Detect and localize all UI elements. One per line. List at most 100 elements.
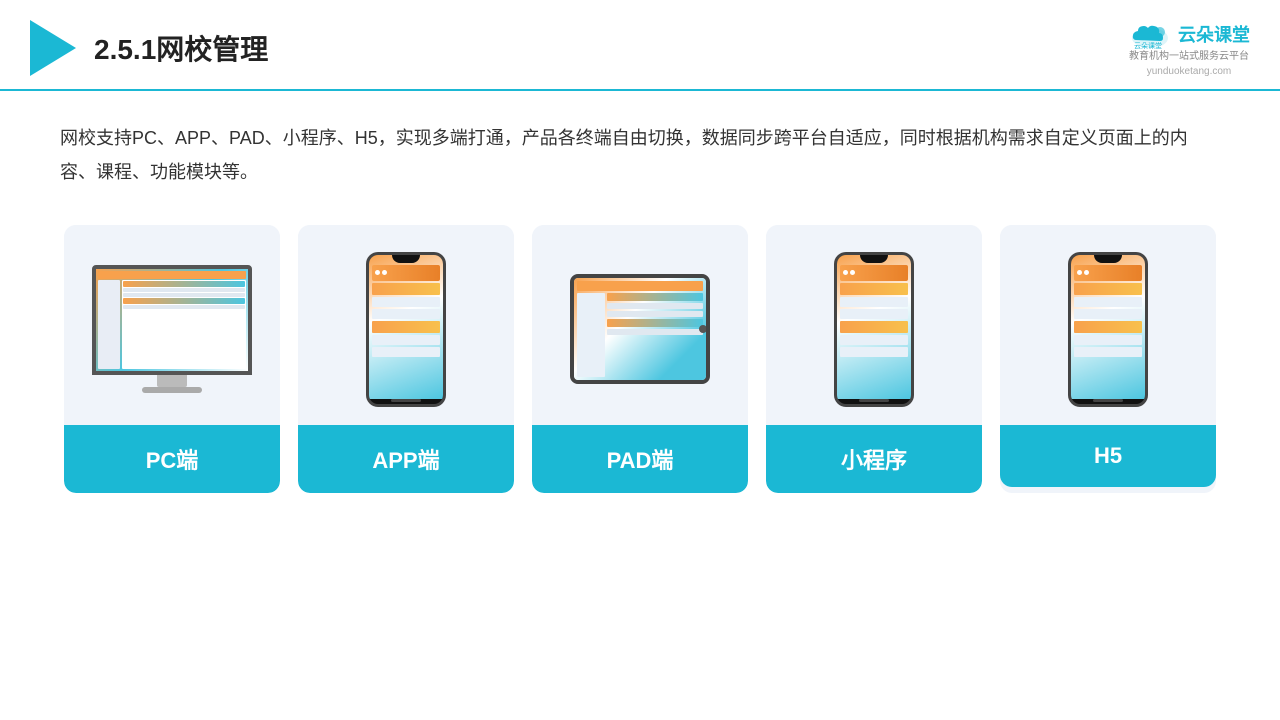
card-app: APP端 (298, 225, 514, 493)
card-miniapp-label: 小程序 (766, 425, 982, 493)
monitor-main (122, 280, 246, 369)
brand-slogan: 教育机构一站式服务云平台 (1129, 50, 1249, 64)
tablet-row-3 (607, 311, 703, 317)
monitor-sidebar (98, 280, 120, 369)
card-pad-image (532, 225, 748, 425)
miniapp-phone-header-bar (840, 265, 908, 281)
h5-phone-content-rows (1074, 283, 1142, 396)
tablet-body (570, 274, 710, 384)
miniapp-phone-content-rows (840, 283, 908, 396)
phone-content-row-3 (372, 309, 440, 319)
card-pc-image (64, 225, 280, 425)
monitor-screen-inner (96, 269, 248, 371)
h5-row-6 (1074, 347, 1142, 357)
h5-row-1 (1074, 283, 1142, 295)
monitor-base (142, 387, 202, 393)
monitor-row-4 (123, 298, 245, 304)
card-h5-image (1000, 225, 1216, 425)
miniapp-phone-notch (860, 255, 888, 263)
phone-body (366, 252, 446, 407)
monitor-stand (157, 375, 187, 387)
phone-icon (366, 252, 446, 407)
phone-screen (369, 255, 443, 399)
phone-content-row-5 (372, 335, 440, 345)
h5-row-3 (1074, 309, 1142, 319)
phone-content-rows (372, 283, 440, 396)
card-miniapp: 小程序 (766, 225, 982, 493)
miniapp-phone-body (834, 252, 914, 407)
svg-text:云朵课堂: 云朵课堂 (1134, 41, 1162, 50)
brand-logo: 云朵课堂 云朵课堂 (1128, 18, 1250, 50)
h5-row-5 (1074, 335, 1142, 345)
miniapp-phone-screen (837, 255, 911, 399)
monitor-row-5 (123, 305, 245, 309)
h5-phone-notch (1094, 255, 1122, 263)
miniapp-row-6 (840, 347, 908, 357)
description-text: 网校支持PC、APP、PAD、小程序、H5，实现多端打通，产品各终端自由切换，数… (60, 121, 1220, 189)
phone-header-bar (372, 265, 440, 281)
tablet-content (577, 293, 703, 377)
brand-name: 云朵课堂 (1178, 21, 1250, 47)
card-h5-label: H5 (1000, 425, 1216, 487)
miniapp-phone-dot-2 (850, 270, 855, 275)
phone-content-row-1 (372, 283, 440, 295)
card-app-label: APP端 (298, 425, 514, 493)
card-app-image (298, 225, 514, 425)
miniapp-row-2 (840, 297, 908, 307)
tablet-row-2 (607, 303, 703, 309)
monitor-row-2 (123, 288, 245, 292)
brand-area: 云朵课堂 云朵课堂 教育机构一站式服务云平台 yunduoketang.com (1128, 18, 1250, 77)
h5-phone-screen (1071, 255, 1145, 399)
phone-content-row-6 (372, 347, 440, 357)
page-title: 2.5.1网校管理 (94, 28, 268, 68)
cards-row: PC端 (60, 225, 1220, 493)
monitor-bar (98, 271, 246, 279)
card-pad: PAD端 (532, 225, 748, 493)
h5-phone-header-bar (1074, 265, 1142, 281)
h5-phone-dot-2 (1084, 270, 1089, 275)
tablet-screen (574, 278, 706, 380)
tablet-icon (570, 274, 710, 384)
miniapp-row-4 (840, 321, 908, 333)
miniapp-phone-home-bar (859, 399, 889, 402)
h5-phone-body (1068, 252, 1148, 407)
card-pc: PC端 (64, 225, 280, 493)
h5-phone-home-bar (1093, 399, 1123, 402)
tablet-sidebar (577, 293, 605, 377)
header: 2.5.1网校管理 云朵课堂 云朵课堂 教育机构一站式服务云平台 yunduok… (0, 0, 1280, 91)
tablet-bar (577, 281, 703, 291)
h5-phone-dot-1 (1077, 270, 1082, 275)
miniapp-row-5 (840, 335, 908, 345)
phone-dot-1 (375, 270, 380, 275)
miniapp-phone-dot-1 (843, 270, 848, 275)
monitor-row-1 (123, 281, 245, 287)
phone-content-row-4 (372, 321, 440, 333)
tablet-row-1 (607, 293, 703, 301)
tablet-row-4 (607, 319, 703, 327)
phone-content-row-2 (372, 297, 440, 307)
brand-url: yunduoketang.com (1147, 66, 1232, 77)
monitor-row-3 (123, 293, 245, 297)
monitor-icon (92, 265, 252, 393)
monitor-screen (92, 265, 252, 375)
card-miniapp-image (766, 225, 982, 425)
tablet-main (607, 293, 703, 377)
miniapp-row-1 (840, 283, 908, 295)
monitor-content (98, 280, 246, 369)
header-left: 2.5.1网校管理 (30, 20, 268, 76)
cloud-logo-icon: 云朵课堂 (1128, 18, 1172, 50)
miniapp-phone-icon (834, 252, 914, 407)
card-pc-label: PC端 (64, 425, 280, 493)
phone-home-bar (391, 399, 421, 402)
card-h5: H5 (1000, 225, 1216, 493)
logo-triangle-icon (30, 20, 76, 76)
miniapp-row-3 (840, 309, 908, 319)
h5-row-2 (1074, 297, 1142, 307)
tablet-row-5 (607, 329, 703, 335)
h5-phone-icon (1068, 252, 1148, 407)
main-content: 网校支持PC、APP、PAD、小程序、H5，实现多端打通，产品各终端自由切换，数… (0, 91, 1280, 513)
h5-row-4 (1074, 321, 1142, 333)
phone-dot-2 (382, 270, 387, 275)
phone-notch (392, 255, 420, 263)
tablet-home-btn (699, 325, 707, 333)
